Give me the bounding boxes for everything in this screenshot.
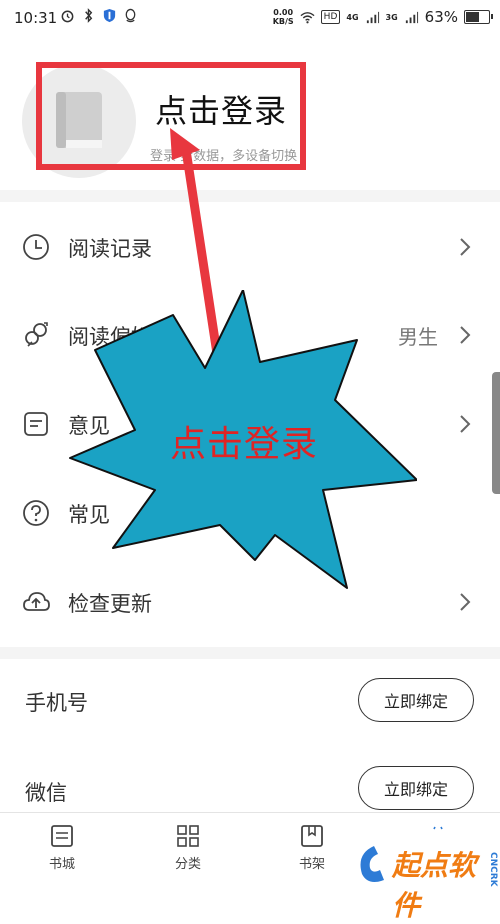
bind-wechat-button[interactable]: 立即绑定	[358, 766, 474, 810]
chevron-right-icon	[460, 238, 471, 256]
alarm-icon	[61, 10, 74, 23]
nav-label: 书架	[298, 857, 325, 872]
menu-label: 检查更新	[68, 592, 152, 616]
bind-phone-button[interactable]: 立即绑定	[358, 678, 474, 722]
net-speed-value: 0.00	[273, 8, 294, 17]
gender-icon	[25, 322, 48, 347]
clock-icon	[23, 234, 49, 260]
cloud-upload-icon	[23, 592, 50, 611]
grid-icon	[177, 825, 199, 847]
bookstore-icon	[51, 825, 73, 847]
bind-label-phone: 手机号	[25, 691, 88, 715]
net-speed: 0.00 KB/S	[273, 8, 294, 26]
hd-badge: HD	[320, 10, 341, 24]
chevron-right-icon	[460, 593, 471, 611]
nav-label: 书城	[48, 857, 75, 872]
status-system-icons: 0.00 KB/S HD 4G 3G 63%	[273, 8, 493, 26]
nav-item-category[interactable]: 分类	[148, 823, 228, 872]
watermark-side-text: CNCRK	[488, 852, 498, 887]
section-divider	[0, 190, 500, 202]
bluetooth-icon	[85, 8, 93, 23]
signal-4g-label: 4G	[346, 12, 359, 22]
feedback-icon	[24, 412, 48, 436]
menu-label: 阅读记录	[68, 237, 152, 261]
help-icon	[23, 500, 49, 526]
wifi-icon	[300, 11, 315, 23]
battery-icon	[464, 10, 493, 24]
watermark-text: 起点软件	[392, 849, 477, 922]
status-notification-icons	[60, 8, 138, 23]
qq-icon	[125, 8, 136, 23]
battery-fill	[466, 12, 480, 22]
annotation-burst-text: 点击登录	[170, 424, 319, 465]
status-bar: 10:31 0.00 KB/S HD 4G 3G 63%	[0, 0, 500, 36]
signal-4g-icon	[366, 11, 379, 23]
net-speed-unit: KB/S	[272, 17, 294, 26]
scrollbar-thumb[interactable]	[492, 372, 500, 494]
battery-label: 63%	[424, 8, 458, 26]
shield-icon	[103, 8, 116, 23]
status-time: 10:31	[14, 9, 58, 27]
nav-label: 分类	[174, 857, 201, 872]
chevron-right-icon	[460, 415, 471, 433]
signal-3g-icon	[405, 11, 418, 23]
chevron-right-icon	[460, 326, 471, 344]
signal-3g-label: 3G	[385, 12, 398, 22]
annotation-highlight-box	[36, 62, 306, 170]
bind-label-wechat: 微信	[25, 781, 67, 805]
bookshelf-icon	[301, 825, 323, 847]
bind-row-phone: 手机号 立即绑定	[0, 659, 500, 747]
nav-item-bookstore[interactable]: 书城	[22, 823, 102, 872]
section-divider	[0, 647, 500, 659]
nav-item-bookshelf[interactable]: 书架	[272, 823, 352, 872]
menu-item-reading-history[interactable]: 阅读记录	[0, 203, 500, 291]
